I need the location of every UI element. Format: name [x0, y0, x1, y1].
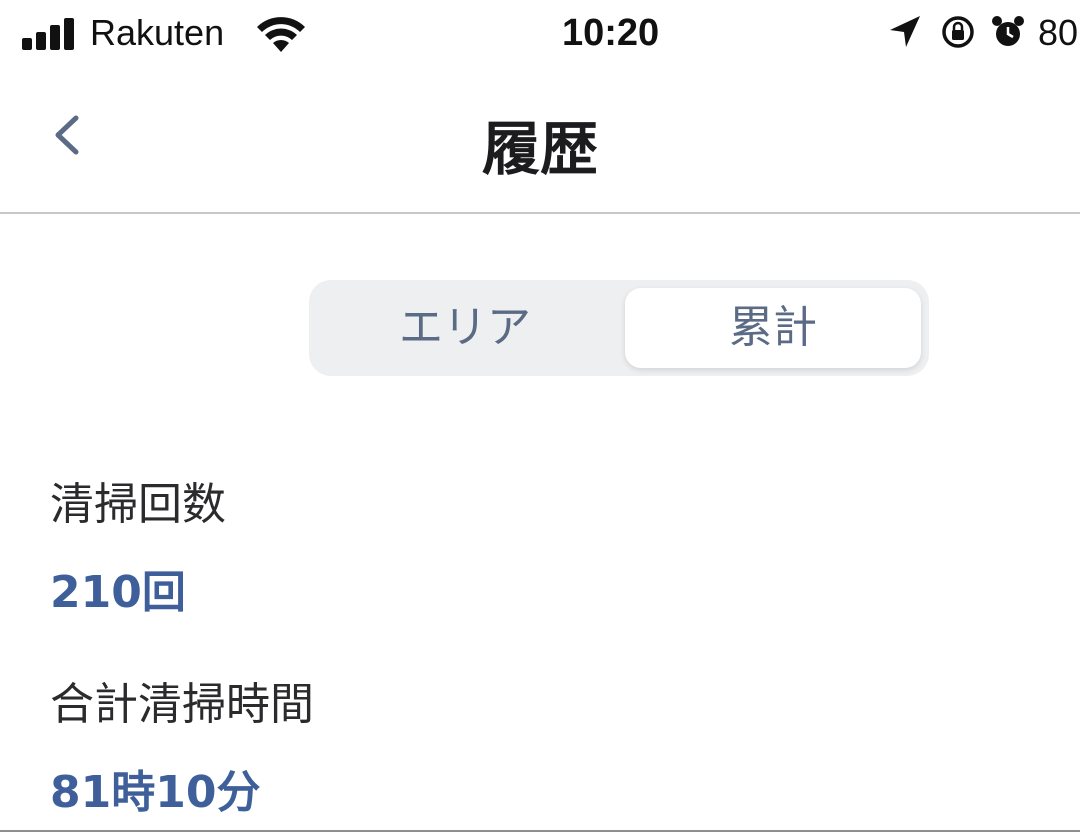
- carrier-name: Rakuten: [90, 12, 225, 53]
- cleaning-count-label: 清掃回数: [50, 479, 226, 530]
- alarm-icon: [992, 16, 1024, 46]
- segment-area[interactable]: エリア: [315, 288, 615, 368]
- page-title: 履歴: [481, 115, 598, 183]
- battery-percent: 80: [1038, 12, 1079, 53]
- location-arrow-icon: [890, 16, 920, 47]
- segment-total[interactable]: 累計: [625, 288, 921, 368]
- status-bar: Rakuten 10:20 80: [0, 0, 1080, 72]
- signal-icon: [22, 18, 78, 50]
- segmented-control: エリア 累計: [309, 280, 929, 376]
- history-screen: Rakuten 10:20 80 履歴 エリア 累計 清掃回数 210回 合計清…: [0, 0, 1080, 832]
- rotation-lock-icon: [942, 16, 974, 48]
- total-time-value: 81時10分: [50, 767, 261, 818]
- total-time-label: 合計清掃時間: [50, 679, 314, 730]
- nav-bar: 履歴: [0, 72, 1080, 214]
- cleaning-count-value: 210回: [50, 567, 186, 618]
- wifi-icon: [257, 17, 305, 52]
- status-time: 10:20: [562, 12, 660, 54]
